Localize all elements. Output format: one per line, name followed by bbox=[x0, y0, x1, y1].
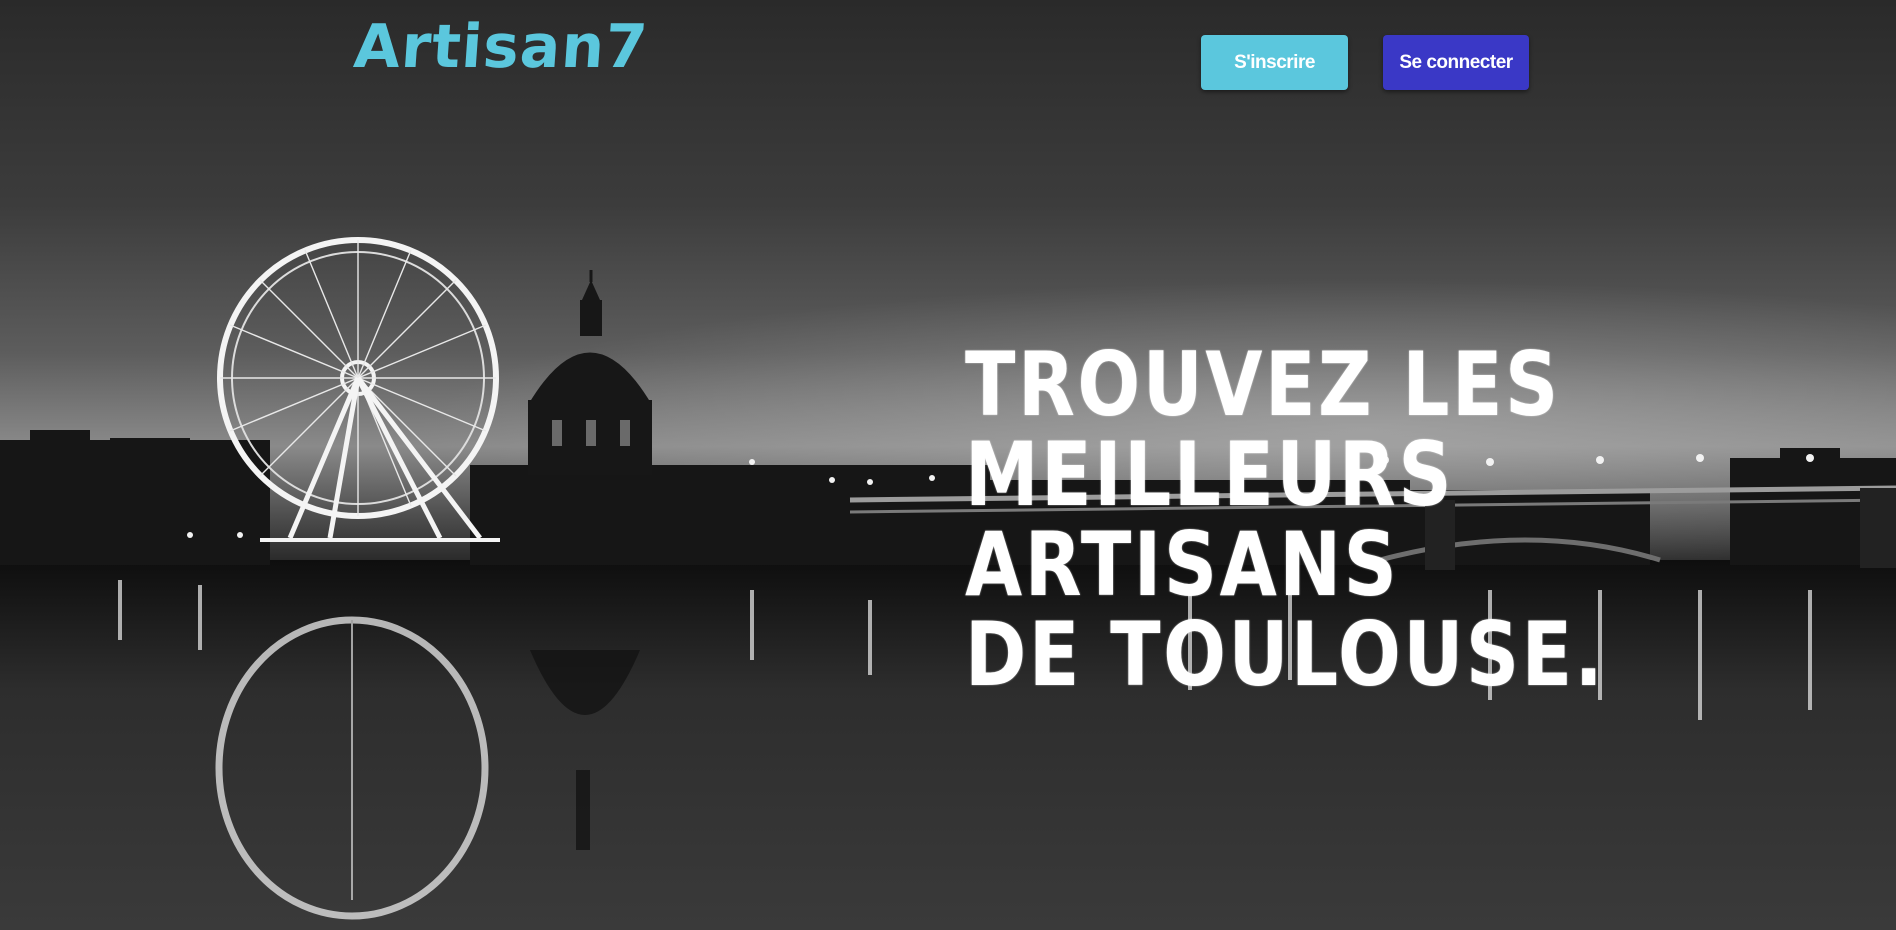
headline-line-3: ARTISANS bbox=[965, 513, 1400, 616]
toulouse-night-photo bbox=[0, 237, 1896, 930]
site-logo[interactable]: Artisan7 bbox=[352, 12, 651, 82]
hero-headline: TROUVEZ LES MEILLEURS ARTISANS DE TOULOU… bbox=[965, 333, 1606, 706]
headline-line-4: DE TOULOUSE. bbox=[965, 603, 1606, 706]
login-button[interactable]: Se connecter bbox=[1383, 35, 1529, 90]
headline-line-1: TROUVEZ LES bbox=[965, 333, 1561, 436]
signup-button[interactable]: S'inscrire bbox=[1201, 35, 1348, 90]
hero-section: Artisan7 S'inscrire Se connecter TROUVEZ… bbox=[0, 0, 1896, 930]
headline-line-2: MEILLEURS bbox=[965, 423, 1455, 526]
